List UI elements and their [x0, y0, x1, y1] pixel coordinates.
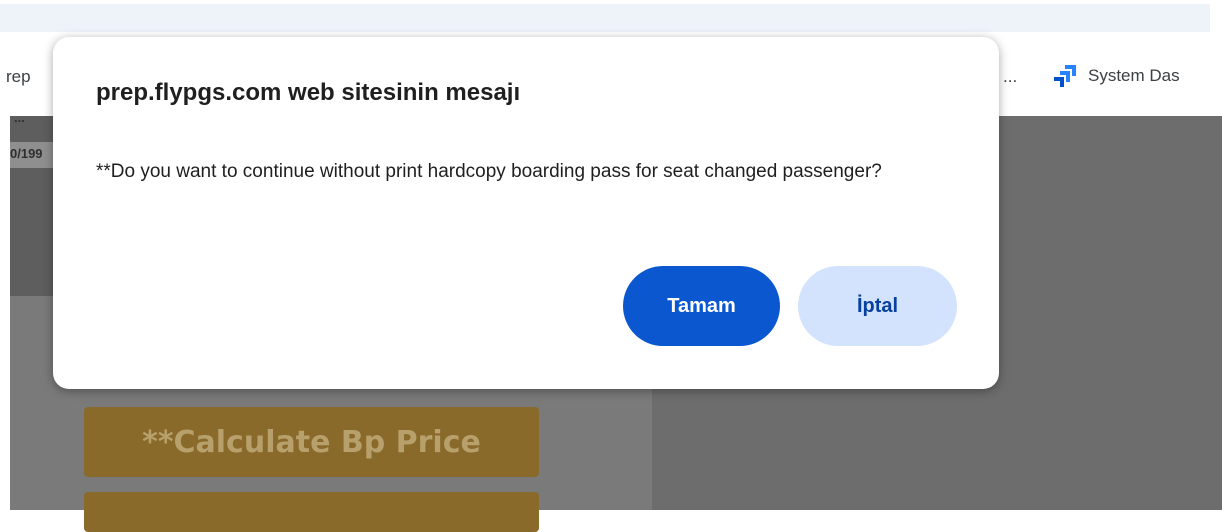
dialog-message: **Do you want to continue without print … [96, 161, 882, 182]
bookmark-system-dashboard-label: System Das [1088, 66, 1180, 85]
calculate-bp-price-button[interactable]: **Calculate Bp Price [84, 407, 539, 477]
alert-dialog: prep.flypgs.com web sitesinin mesajı **D… [53, 37, 999, 389]
ok-button[interactable]: Tamam [623, 266, 780, 346]
date-text: 0/199 [10, 146, 43, 161]
bookmark-truncated[interactable]: rep [6, 67, 31, 87]
jira-icon [1054, 65, 1076, 87]
secondary-action-button[interactable] [84, 492, 539, 532]
dialog-title: prep.flypgs.com web sitesinin mesajı [96, 79, 521, 106]
bookmark-system-dashboard[interactable]: System Das [1052, 64, 1180, 88]
tab-strip [0, 4, 1210, 32]
cancel-button[interactable]: İptal [798, 266, 957, 346]
small-label: ... [14, 110, 25, 125]
bookmark-ellipsis[interactable]: ... [1003, 67, 1017, 87]
